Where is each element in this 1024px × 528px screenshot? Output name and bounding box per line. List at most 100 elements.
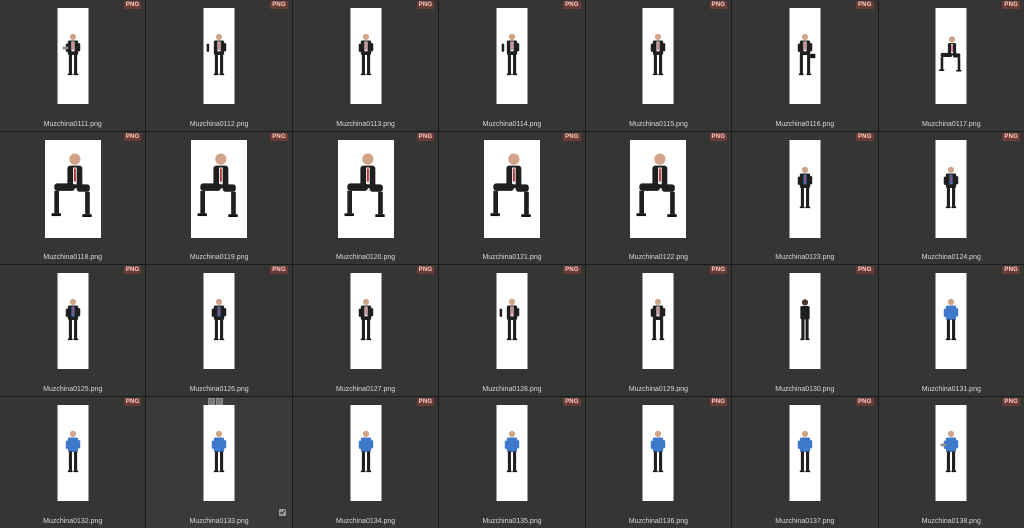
thumbnail-cell[interactable]: PNG Muzchina0129.png (585, 264, 732, 396)
file-type-badge: PNG (416, 1, 435, 9)
thumbnail-cell[interactable]: PNG Muzchina0138.png (878, 396, 1024, 528)
file-type-badge: PNG (709, 265, 728, 274)
image-thumbnail[interactable] (350, 404, 382, 501)
image-thumbnail[interactable] (496, 8, 528, 104)
image-thumbnail[interactable] (642, 404, 674, 501)
file-name: Muzchina0113.png (336, 121, 395, 129)
file-type-badge: PNG (270, 1, 288, 9)
image-thumbnail[interactable] (935, 272, 967, 369)
image-thumbnail[interactable] (496, 272, 528, 369)
file-name: Muzchina0115.png (629, 121, 688, 129)
file-type-badge: PNG (1002, 265, 1020, 274)
edit-icon[interactable] (208, 397, 216, 405)
thumbnail-cell[interactable]: PNG Muzchina0135.png (439, 396, 585, 528)
thumbnail-cell[interactable]: PNG Muzchina0118.png (0, 132, 146, 264)
file-name: Muzchina0123.png (775, 253, 835, 261)
thumbnail-cell[interactable]: PNG Muzchina0113.png (292, 0, 439, 132)
rotate-icon[interactable] (216, 397, 224, 405)
thumbnail-cell[interactable]: PNG Muzchina0120.png (292, 132, 439, 264)
image-thumbnail[interactable] (57, 404, 89, 501)
thumbnail-cell[interactable]: PNG Muzchina0117.png (878, 0, 1024, 132)
image-thumbnail[interactable] (191, 140, 248, 239)
file-name: Muzchina0125.png (43, 385, 103, 393)
thumbnail-cell[interactable]: PNG Muzchina0119.png (146, 132, 292, 264)
image-thumbnail[interactable] (642, 8, 674, 104)
file-name: Muzchina0119.png (189, 253, 249, 261)
thumbnail-grid: PNG Muzchina0111.png PNG Muzchina0112.png (0, 0, 1024, 528)
thumbnail-cell[interactable]: PNG Muzchina0134.png (292, 396, 439, 528)
file-name: Muzchina0124.png (921, 253, 981, 261)
thumbnail-cell[interactable]: PNG Muzchina0126.png (146, 264, 292, 396)
thumbnail-cell[interactable]: PNG Muzchina0122.png (585, 132, 732, 264)
file-type-badge: PNG (270, 133, 288, 142)
checkbox-icon[interactable] (278, 509, 286, 516)
thumbnail-cell[interactable]: PNG Muzchina0128.png (439, 264, 585, 396)
file-name: Muzchina0111.png (43, 121, 102, 129)
file-type-badge: PNG (709, 397, 728, 406)
file-type-badge: PNG (563, 265, 581, 274)
file-type-badge: PNG (709, 133, 728, 142)
thumbnail-actions[interactable] (208, 397, 224, 405)
thumbnail-cell[interactable]: PNG Muzchina0124.png (878, 132, 1024, 264)
image-thumbnail[interactable] (789, 140, 821, 239)
thumbnail-cell[interactable]: Muzchina0133.png (146, 396, 292, 528)
thumbnail-cell[interactable]: PNG Muzchina0115.png (585, 0, 732, 132)
thumbnail-cell[interactable]: PNG Muzchina0112.png (146, 0, 292, 132)
file-name: Muzchina0112.png (189, 121, 249, 129)
file-name: Muzchina0132.png (43, 518, 103, 525)
file-type-badge: PNG (1002, 1, 1020, 9)
image-thumbnail[interactable] (496, 404, 528, 501)
thumbnail-cell[interactable]: PNG Muzchina0123.png (732, 132, 878, 264)
thumbnail-cell[interactable]: PNG Muzchina0136.png (585, 396, 732, 528)
image-thumbnail[interactable] (57, 8, 89, 104)
thumbnail-cell[interactable]: PNG Muzchina0127.png (292, 264, 439, 396)
file-name: Muzchina0135.png (482, 518, 542, 525)
file-name: Muzchina0128.png (482, 385, 542, 393)
file-type-badge: PNG (123, 265, 142, 274)
image-thumbnail[interactable] (642, 272, 674, 369)
file-type-badge: PNG (416, 397, 435, 406)
image-thumbnail[interactable] (44, 140, 101, 239)
image-thumbnail[interactable] (630, 140, 687, 239)
image-thumbnail[interactable] (203, 8, 235, 104)
file-name: Muzchina0118.png (43, 253, 103, 261)
file-name: Muzchina0114.png (482, 121, 542, 129)
image-thumbnail[interactable] (935, 140, 967, 239)
thumbnail-cell[interactable]: PNG Muzchina0131.png (878, 264, 1024, 396)
image-thumbnail[interactable] (789, 8, 821, 104)
thumbnail-cell[interactable]: PNG Muzchina0130.png (732, 264, 878, 396)
file-type-badge: PNG (123, 397, 142, 406)
file-type-badge: PNG (123, 133, 142, 142)
thumbnail-cell[interactable]: PNG Muzchina0116.png (732, 0, 878, 132)
image-thumbnail[interactable] (935, 8, 967, 104)
file-name: Muzchina0129.png (628, 385, 688, 393)
file-type-badge: PNG (270, 265, 288, 274)
file-type-badge: PNG (855, 397, 874, 406)
thumbnail-cell[interactable]: PNG Muzchina0137.png (732, 396, 878, 528)
image-thumbnail[interactable] (350, 272, 382, 369)
image-thumbnail[interactable] (483, 140, 540, 239)
thumbnail-cell[interactable]: PNG Muzchina0121.png (439, 132, 585, 264)
file-name: Muzchina0133.png (189, 518, 249, 525)
file-type-badge: PNG (1002, 133, 1020, 142)
thumbnail-cell[interactable]: PNG Muzchina0114.png (439, 0, 585, 132)
file-type-badge: PNG (563, 1, 581, 9)
image-thumbnail[interactable] (935, 404, 967, 501)
file-name: Muzchina0121.png (482, 253, 542, 261)
image-thumbnail[interactable] (203, 272, 235, 369)
image-thumbnail[interactable] (350, 8, 382, 104)
image-thumbnail[interactable] (203, 404, 235, 501)
image-thumbnail[interactable] (337, 140, 394, 239)
file-type-badge: PNG (855, 1, 874, 9)
file-name: Muzchina0120.png (335, 253, 396, 261)
thumbnail-cell[interactable]: PNG Muzchina0132.png (0, 396, 146, 528)
file-name: Muzchina0116.png (775, 121, 835, 129)
file-type-badge: PNG (709, 1, 728, 9)
file-type-badge: PNG (563, 133, 581, 142)
thumbnail-cell[interactable]: PNG Muzchina0125.png (0, 264, 146, 396)
thumbnail-cell[interactable]: PNG Muzchina0111.png (0, 0, 146, 132)
image-thumbnail[interactable] (789, 272, 821, 369)
file-name: Muzchina0138.png (921, 518, 981, 525)
image-thumbnail[interactable] (57, 272, 89, 369)
image-thumbnail[interactable] (789, 404, 821, 501)
